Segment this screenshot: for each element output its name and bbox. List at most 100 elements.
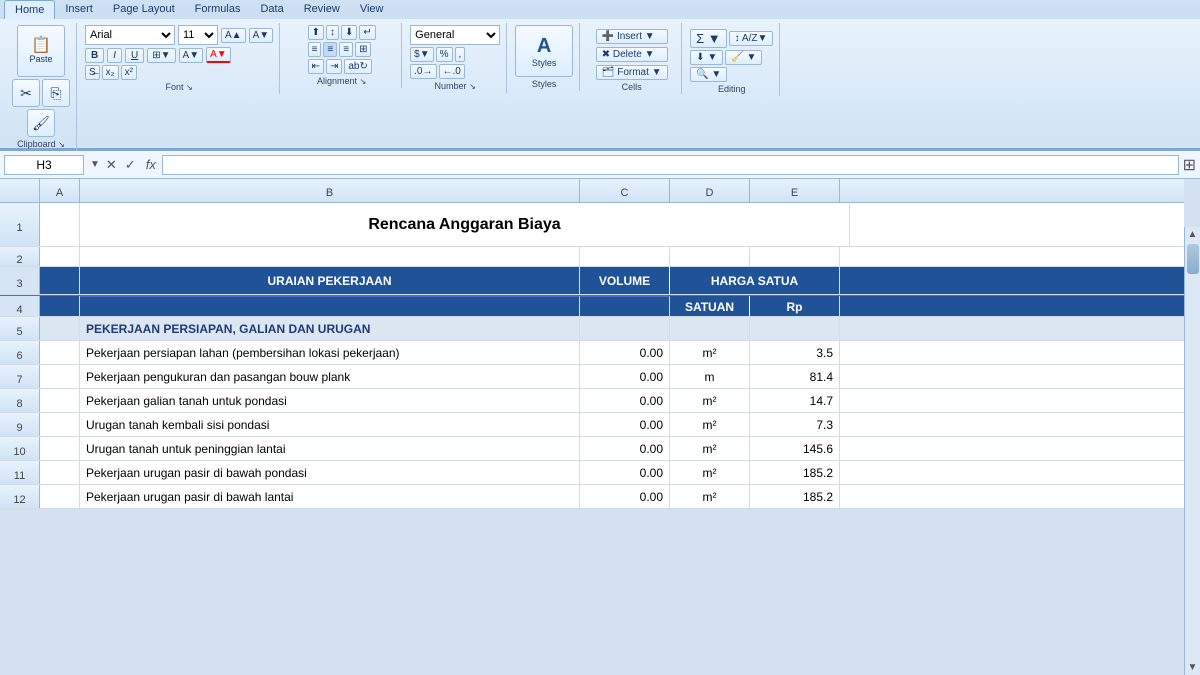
cell-a1[interactable]	[40, 203, 80, 246]
align-bottom-button[interactable]: ⬇	[341, 25, 357, 40]
strikethrough-button[interactable]: S̶	[85, 65, 100, 80]
comma-button[interactable]: ,	[455, 47, 466, 62]
cell-d4[interactable]: SATUAN	[670, 296, 750, 316]
decrease-font-button[interactable]: A▼	[249, 28, 274, 43]
scroll-thumb[interactable]	[1187, 244, 1199, 274]
cell-c4[interactable]	[580, 296, 670, 316]
cell-e9[interactable]: 7.3	[750, 413, 840, 436]
styles-button[interactable]: A Styles	[515, 25, 573, 77]
bold-button[interactable]: B	[85, 48, 104, 63]
align-top-button[interactable]: ⬆	[308, 25, 324, 40]
cell-d5[interactable]	[670, 317, 750, 340]
cell-c9[interactable]: 0.00	[580, 413, 670, 436]
cell-e8[interactable]: 14.7	[750, 389, 840, 412]
sort-button[interactable]: ↕ A/Z▼	[729, 31, 774, 46]
align-left-button[interactable]: ≡	[308, 42, 322, 57]
underline-button[interactable]: U	[125, 48, 144, 63]
cell-b3[interactable]: URAIAN PEKERJAAN	[80, 267, 580, 294]
align-right-button[interactable]: ≡	[339, 42, 353, 57]
percent-button[interactable]: %	[436, 47, 453, 62]
cell-e10[interactable]: 145.6	[750, 437, 840, 460]
number-format-select[interactable]: General	[410, 25, 500, 45]
font-name-select[interactable]: Arial	[85, 25, 175, 45]
name-box[interactable]	[4, 155, 84, 175]
cell-d8[interactable]: m²	[670, 389, 750, 412]
cell-a11[interactable]	[40, 461, 80, 484]
cell-c6[interactable]: 0.00	[580, 341, 670, 364]
orientation-button[interactable]: ab↻	[344, 59, 372, 74]
cell-a4[interactable]	[40, 296, 80, 316]
superscript-button[interactable]: x²	[121, 65, 137, 80]
col-header-b[interactable]: B	[80, 179, 580, 202]
tab-home[interactable]: Home	[4, 0, 55, 19]
cell-e11[interactable]: 185.2	[750, 461, 840, 484]
tab-page-layout[interactable]: Page Layout	[103, 0, 185, 19]
cell-a6[interactable]	[40, 341, 80, 364]
cell-d2[interactable]	[670, 247, 750, 266]
cell-b1-merged[interactable]: Rencana Anggaran Biaya	[80, 203, 850, 246]
tab-data[interactable]: Data	[250, 0, 293, 19]
cell-c2[interactable]	[580, 247, 670, 266]
cell-b7[interactable]: Pekerjaan pengukuran dan pasangan bouw p…	[80, 365, 580, 388]
merge-center-button[interactable]: ⊞	[355, 42, 371, 57]
cell-a5[interactable]	[40, 317, 80, 340]
cell-e6[interactable]: 3.5	[750, 341, 840, 364]
vertical-scrollbar[interactable]: ▲ ▼	[1184, 227, 1200, 675]
cell-c7[interactable]: 0.00	[580, 365, 670, 388]
cell-a9[interactable]	[40, 413, 80, 436]
italic-button[interactable]: I	[107, 48, 122, 63]
cell-c11[interactable]: 0.00	[580, 461, 670, 484]
align-middle-button[interactable]: ↕	[326, 25, 339, 40]
cell-d6[interactable]: m²	[670, 341, 750, 364]
cell-e2[interactable]	[750, 247, 840, 266]
fill-color-button[interactable]: A▼	[179, 48, 204, 63]
cell-d7[interactable]: m	[670, 365, 750, 388]
cell-c3[interactable]: VOLUME	[580, 267, 670, 294]
tab-formulas[interactable]: Formulas	[185, 0, 251, 19]
cell-a3[interactable]	[40, 267, 80, 294]
cell-b9[interactable]: Urugan tanah kembali sisi pondasi	[80, 413, 580, 436]
delete-button[interactable]: ✖ Delete ▼	[596, 47, 668, 62]
increase-indent-button[interactable]: ⇥	[326, 59, 342, 74]
currency-button[interactable]: $▼	[410, 47, 433, 62]
cell-e7[interactable]: 81.4	[750, 365, 840, 388]
cut-button[interactable]: ✂	[12, 79, 40, 107]
cell-b2[interactable]	[80, 247, 580, 266]
cell-a8[interactable]	[40, 389, 80, 412]
cell-b12[interactable]: Pekerjaan urugan pasir di bawah lantai	[80, 485, 580, 508]
cell-e4[interactable]: Rp	[750, 296, 840, 316]
cell-a7[interactable]	[40, 365, 80, 388]
autosum-button[interactable]: Σ ▼	[690, 29, 727, 48]
cell-a12[interactable]	[40, 485, 80, 508]
cell-b4[interactable]	[80, 296, 580, 316]
decrease-decimal-button[interactable]: .0→	[410, 64, 436, 79]
cell-d11[interactable]: m²	[670, 461, 750, 484]
cell-a2[interactable]	[40, 247, 80, 266]
cell-e5[interactable]	[750, 317, 840, 340]
tab-review[interactable]: Review	[294, 0, 350, 19]
cell-b11[interactable]: Pekerjaan urugan pasir di bawah pondasi	[80, 461, 580, 484]
scroll-down-arrow[interactable]: ▼	[1186, 660, 1200, 675]
wrap-text-button[interactable]: ↵	[359, 25, 375, 40]
cell-b6[interactable]: Pekerjaan persiapan lahan (pembersihan l…	[80, 341, 580, 364]
border-button[interactable]: ⊞▼	[147, 48, 175, 63]
cell-b10[interactable]: Urugan tanah untuk peninggian lantai	[80, 437, 580, 460]
col-header-a[interactable]: A	[40, 179, 80, 202]
scroll-up-arrow[interactable]: ▲	[1186, 227, 1200, 242]
col-header-c[interactable]: C	[580, 179, 670, 202]
cell-c8[interactable]: 0.00	[580, 389, 670, 412]
col-header-e[interactable]: E	[750, 179, 840, 202]
copy-button[interactable]: ⎘	[42, 79, 70, 107]
cell-c12[interactable]: 0.00	[580, 485, 670, 508]
cell-b8[interactable]: Pekerjaan galian tanah untuk pondasi	[80, 389, 580, 412]
function-icon[interactable]: fx	[146, 157, 156, 172]
decrease-indent-button[interactable]: ⇤	[308, 59, 324, 74]
insert-button[interactable]: ➕ Insert ▼	[596, 29, 668, 44]
cell-e12[interactable]: 185.2	[750, 485, 840, 508]
fill-button[interactable]: ⬇ ▼	[690, 50, 723, 65]
format-button[interactable]: 🗂 Format ▼	[596, 65, 668, 80]
tab-insert[interactable]: Insert	[55, 0, 103, 19]
cell-d10[interactable]: m²	[670, 437, 750, 460]
increase-font-button[interactable]: A▲	[221, 28, 246, 43]
tab-view[interactable]: View	[350, 0, 394, 19]
